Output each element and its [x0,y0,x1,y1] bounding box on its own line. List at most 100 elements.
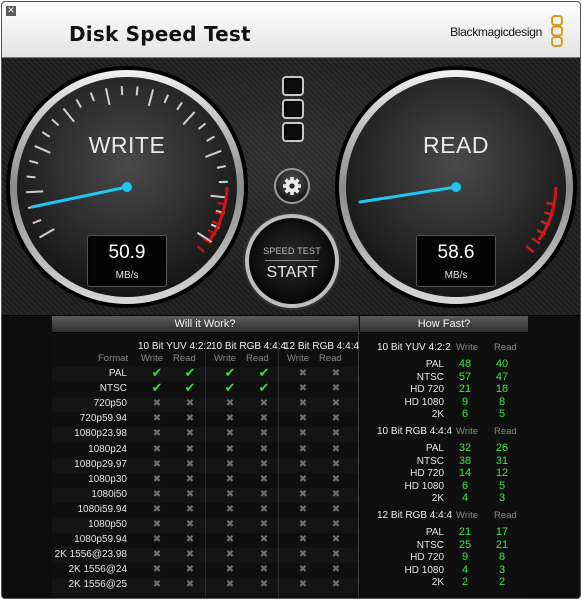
check-icon: ✔ [151,381,163,397]
format-group-header: 10 Bit YUV 4:2:2 [138,341,212,352]
gauge-tick [26,190,44,194]
format-label: NTSC [99,383,127,395]
close-icon[interactable]: ✕ [6,6,16,16]
speed-row-label: 2K [431,577,444,588]
cross-icon: ✖ [331,488,341,500]
cross-icon: ✖ [331,383,341,395]
cross-icon: ✖ [331,368,341,379]
read-fps-value: 47 [495,370,509,383]
format-label: 720p59.94 [79,413,127,425]
disk-speed-test-window: ✕ Disk Speed Test Blackmagicdesign WRITE… [1,1,581,599]
read-gauge: READ 58.6 MB/s [333,64,579,310]
cross-icon: ✖ [259,579,269,591]
cross-icon: ✖ [225,398,235,410]
format-label: 2K 1556@23.98 [54,549,127,561]
cross-icon: ✖ [152,473,162,485]
write-label: WRITE [88,132,166,158]
cross-icon: ✖ [298,564,308,576]
column-header-write: Write [287,353,309,364]
start-label: START [266,264,318,281]
check-icon: ✔ [258,381,270,397]
cross-icon: ✖ [331,564,341,576]
cross-icon: ✖ [298,428,308,440]
format-group-header: 12 Bit RGB 4:4:4 [284,341,360,352]
cross-icon: ✖ [298,503,308,515]
column-header-write: Write [456,426,478,437]
brand-name: Blackmagicdesign [450,25,542,39]
cross-icon: ✖ [298,534,308,546]
cross-icon: ✖ [298,579,308,591]
read-unit: MB/s [444,270,468,281]
cross-icon: ✖ [331,519,341,530]
column-header-read: Read [494,342,517,353]
indicator-slot-2 [282,99,304,119]
cross-icon: ✖ [185,549,195,561]
title-bar: ✕ Disk Speed Test Blackmagicdesign [2,2,580,58]
format-label: 1080p29.97 [74,458,127,470]
read-readout: 58.6 MB/s [416,235,496,287]
write-fps-value: 6 [461,408,469,420]
speed-row-label: 2K [431,409,444,420]
read-fps-value: 8 [498,551,506,563]
column-header-write: Write [141,353,163,364]
read-label: READ [423,132,489,158]
cross-icon: ✖ [259,458,269,470]
cross-icon: ✖ [225,549,235,561]
speed-row-label: PAL [425,443,444,454]
cross-icon: ✖ [331,534,341,546]
cross-icon: ✖ [331,413,341,425]
format-label: 2K 1556@25 [68,579,127,591]
column-header-read: Read [319,353,342,364]
speed-section-header: 10 Bit RGB 4:4:4 [377,426,453,437]
write-fps-value: 4 [461,563,469,576]
cross-icon: ✖ [185,413,195,425]
format-label: 1080i50 [91,488,127,500]
write-fps-value: 57 [458,370,472,383]
app-title: Disk Speed Test [69,22,251,46]
cross-icon: ✖ [225,413,235,425]
write-fps-value: 25 [458,538,472,551]
read-fps-value: 8 [498,395,506,408]
read-fps-value: 17 [495,526,509,538]
cross-icon: ✖ [259,534,269,546]
start-button[interactable]: SPEED TEST START [245,214,339,308]
column-header-read: Read [494,426,517,437]
will-it-work-panel: Will it Work? 10 Bit YUV 4:2:2 Write Read 1… [52,316,360,598]
cross-icon: ✖ [298,368,308,379]
write-gauge: WRITE 50.9 MB/s [4,64,250,310]
format-group-header: 10 Bit RGB 4:4:4 [211,341,287,352]
cross-icon: ✖ [298,398,308,410]
write-fps-value: 21 [458,383,472,395]
format-label: 1080p59.94 [74,534,127,546]
format-label: 1080p24 [88,443,127,455]
read-fps-value: 31 [495,454,509,467]
cross-icon: ✖ [225,503,235,515]
speed-test-label: SPEED TEST [263,246,321,256]
cross-icon: ✖ [185,428,195,440]
write-fps-value: 32 [458,442,472,454]
cross-icon: ✖ [152,564,162,576]
cross-icon: ✖ [331,503,341,515]
blackmagic-logo-icon [551,15,563,47]
cross-icon: ✖ [225,488,235,500]
column-header-read: Read [173,353,196,364]
cross-icon: ✖ [259,428,269,440]
cross-icon: ✖ [225,428,235,440]
cross-icon: ✖ [185,458,195,470]
write-fps-value: 2 [461,576,469,588]
cross-icon: ✖ [152,428,162,440]
cross-icon: ✖ [259,398,269,410]
write-fps-value: 6 [461,479,469,492]
read-fps-value: 3 [498,563,506,576]
format-label: 1080p30 [88,473,127,485]
cross-icon: ✖ [185,519,195,530]
settings-button[interactable] [274,168,310,204]
cross-icon: ✖ [298,458,308,470]
cross-icon: ✖ [298,549,308,561]
write-unit: MB/s [115,270,139,281]
start-divider [265,260,319,261]
cross-icon: ✖ [185,564,195,576]
column-header-read: Read [246,353,269,364]
read-fps-value: 3 [498,492,506,504]
cross-icon: ✖ [225,458,235,470]
